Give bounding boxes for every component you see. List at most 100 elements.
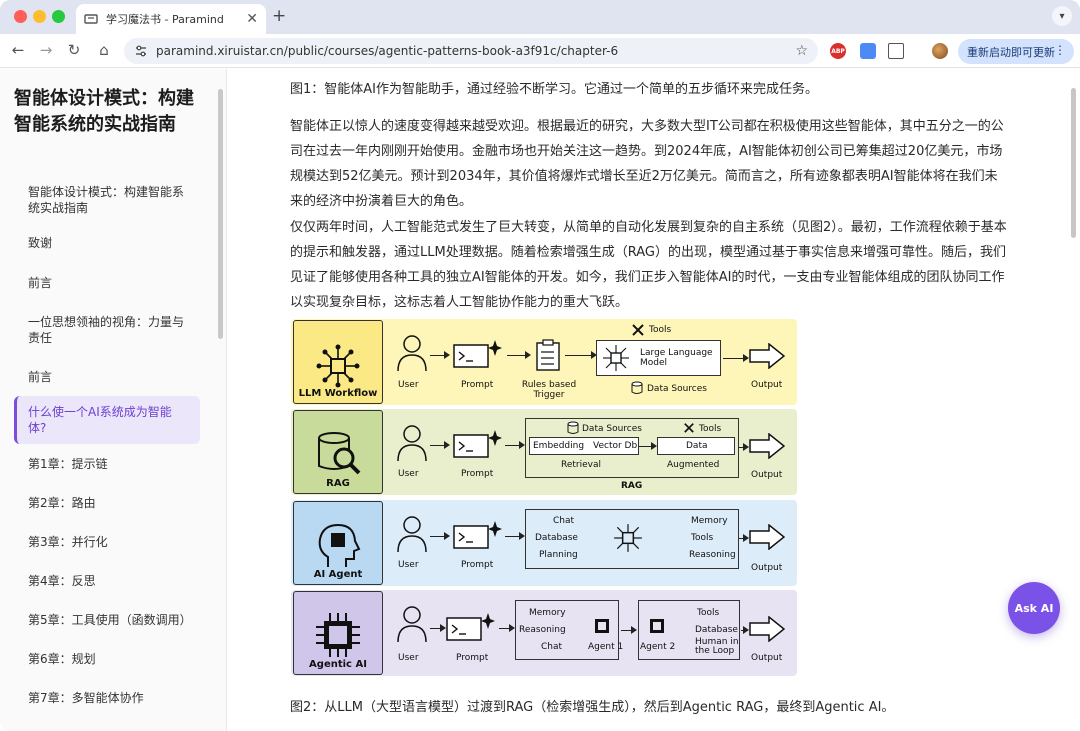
database-icon [631, 381, 643, 394]
toc-item-label: 第5章：工具使用（函数调用） [28, 612, 192, 627]
tab-favicon-icon [84, 14, 98, 24]
prompt-label: Prompt [461, 560, 494, 570]
flow-arrow [430, 441, 450, 449]
bookmark-star-icon[interactable]: ☆ [795, 43, 808, 59]
maximize-window-button[interactable] [52, 10, 65, 23]
toc-item[interactable]: 智能体设计模式：构建智能系统实战指南 [14, 177, 200, 223]
flow-arrow [505, 441, 525, 449]
toc-item[interactable]: 致谢 [14, 223, 200, 263]
flow-arrow [739, 534, 749, 542]
toc-item-label: 一位思想领袖的视角：力量与责任 [28, 315, 185, 345]
sidebar-scrollbar[interactable] [218, 89, 223, 339]
database-label: Database [695, 625, 738, 635]
rag-group-label: RAG [621, 481, 643, 491]
toc-item[interactable]: 第5章：工具使用（函数调用） [14, 600, 200, 639]
flow-arrow [723, 354, 749, 362]
toc-item[interactable]: 前言 [14, 358, 200, 396]
browser-tab[interactable]: 学习魔法书 - Paramind ✕ [76, 4, 266, 34]
prompt-terminal-icon [453, 340, 502, 368]
reasoning-label: Reasoning [689, 550, 736, 560]
flow-arrow [739, 443, 749, 451]
memory-label: Memory [529, 608, 566, 618]
row-label: LLM Workflow [298, 388, 378, 399]
tools-label: Tools [699, 424, 722, 434]
site-info-icon[interactable] [134, 44, 148, 58]
profile-avatar[interactable] [932, 43, 948, 59]
home-button[interactable]: ⌂ [94, 41, 114, 59]
retrieval-label: Retrieval [561, 460, 601, 470]
back-button[interactable]: ← [8, 41, 28, 59]
user-label: User [398, 560, 419, 570]
row-label: Agentic AI [309, 659, 367, 670]
tab-close-icon[interactable]: ✕ [246, 11, 258, 27]
browser-toolbar: ← → ↻ ⌂ paramind.xiruistar.cn/public/cou… [0, 34, 1080, 68]
ai-chip-icon [316, 613, 360, 657]
toc-item[interactable]: 第7章：多智能体协作 [14, 678, 200, 717]
flow-arrow [741, 626, 749, 634]
toc-item[interactable]: 前言 [14, 263, 200, 302]
toc-item-label: 第3章：并行化 [28, 534, 108, 549]
toc-item[interactable]: 第6章：规划 [14, 639, 200, 678]
output-label: Output [751, 470, 783, 480]
llm-workflow-row: LLM Workflow User Prompt Rules based Tri… [291, 319, 797, 405]
content-scrollbar[interactable] [1071, 88, 1076, 238]
reload-button[interactable]: ↻ [64, 41, 84, 59]
forward-button[interactable]: → [36, 41, 56, 59]
paragraph: 智能体正以惊人的速度变得越来越受欢迎。根据最近的研究，大多数大型IT公司都在积极… [290, 119, 1004, 209]
rag-iconbox: RAG [293, 410, 383, 494]
update-chrome-button[interactable]: 重新启动即可更新 ⋮ [958, 39, 1074, 64]
translate-extension-icon[interactable] [860, 43, 876, 59]
trigger-label: Rules based Trigger [521, 380, 577, 400]
toc-item-active[interactable]: 什么使一个AI系统成为智能体? [14, 396, 200, 444]
toc-item-label: 什么使一个AI系统成为智能体? [28, 405, 172, 435]
figure1-caption: 图1：智能体AI作为智能助手，通过经验不断学习。它通过一个简单的五步循环来完成任… [290, 82, 818, 97]
toc-item[interactable]: 第2章：路由 [14, 483, 200, 522]
ask-ai-button[interactable]: Ask AI [1008, 582, 1060, 634]
figure2-diagram: LLM Workflow User Prompt Rules based Tri… [291, 319, 797, 677]
flow-arrow [430, 624, 446, 632]
flow-arrow [621, 626, 637, 634]
chip-network-icon [316, 344, 360, 388]
user-icon [397, 606, 427, 643]
llm-workflow-iconbox: LLM Workflow [293, 320, 383, 404]
ai-agent-iconbox: AI Agent [293, 501, 383, 585]
prompt-terminal-icon [446, 613, 495, 641]
agentic-ai-row: Agentic AI User Prompt Memory Reasoning … [291, 590, 797, 676]
url-text: paramind.xiruistar.cn/public/courses/age… [156, 44, 619, 58]
row-label: AI Agent [313, 569, 363, 580]
tab-title: 学习魔法书 - Paramind [106, 13, 224, 26]
new-tab-button[interactable]: + [272, 6, 286, 26]
toc-item-label: 前言 [28, 370, 53, 384]
user-icon [397, 335, 427, 372]
user-icon [397, 425, 427, 462]
neural-net-icon [603, 345, 629, 371]
prompt-label: Prompt [461, 469, 494, 479]
augmented-label: Augmented [667, 460, 720, 470]
paragraph: 仅仅两年时间，人工智能范式发生了巨大转变，从简单的自动化发展到复杂的自主系统（见… [290, 220, 1007, 310]
more-menu-icon[interactable]: ⋮ [1054, 43, 1066, 57]
output-arrow-icon [749, 616, 785, 642]
output-label: Output [751, 380, 783, 390]
human-label: Human in the Loop [695, 637, 739, 656]
toc-item[interactable]: 第1章：提示链 [14, 444, 200, 483]
minimize-window-button[interactable] [33, 10, 46, 23]
address-bar[interactable]: paramind.xiruistar.cn/public/courses/age… [124, 38, 818, 64]
memory-label: Memory [691, 516, 728, 526]
extensions-puzzle-icon[interactable] [888, 43, 904, 59]
tab-search-chevron-icon[interactable]: ▾ [1052, 6, 1072, 26]
adblock-extension-icon[interactable]: ABP [830, 43, 846, 59]
data-label: Data [686, 441, 708, 451]
toc-item[interactable]: 第3章：并行化 [14, 522, 200, 561]
browser-window: 学习魔法书 - Paramind ✕ + ▾ ← → ↻ ⌂ paramind.… [0, 0, 1080, 731]
figure2-caption: 图2：从LLM（大型语言模型）过渡到RAG（检索增强生成），然后到Agentic… [290, 700, 895, 715]
output-label: Output [751, 653, 783, 663]
toc-item-label: 致谢 [28, 236, 53, 250]
toc-item[interactable]: 第4章：反思 [14, 561, 200, 600]
close-window-button[interactable] [14, 10, 27, 23]
prompt-label: Prompt [456, 653, 489, 663]
toc-item-label: 智能体设计模式：构建智能系统实战指南 [28, 185, 185, 215]
prompt-terminal-icon [453, 521, 502, 549]
chat-label: Chat [553, 516, 575, 526]
toc-item[interactable]: 一位思想领袖的视角：力量与责任 [14, 302, 200, 358]
tools-label: Tools [697, 608, 720, 618]
